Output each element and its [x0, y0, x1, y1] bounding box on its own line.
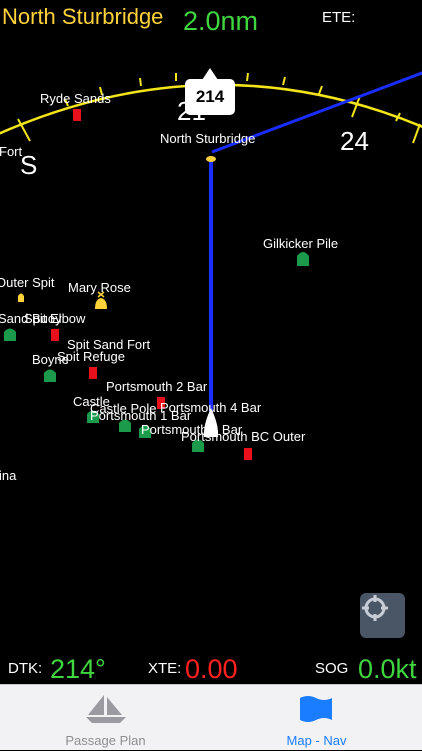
ring-label-s: S [20, 150, 37, 180]
label-portsmouth-1-bar: Portsmouth 1 Bar [90, 408, 192, 423]
mark-red-buoy[interactable] [244, 448, 252, 460]
tab-bar: Passage Plan Map - Nav [0, 684, 422, 750]
ete-label: ETE: [322, 9, 356, 26]
tab-map-nav-label: Map - Nav [286, 733, 347, 748]
nav-status-bar: DTK: 214° XTE: 0.00 SOG 0.0kt [0, 648, 422, 684]
sog-label: SOG [315, 660, 349, 677]
destination-name: North Sturbridge [2, 4, 164, 29]
sog-value: 0.0kt [358, 654, 417, 684]
mark-outer-spit[interactable] [18, 293, 24, 303]
mark-spit-refuge[interactable] [89, 367, 97, 379]
tab-map-nav[interactable]: Map - Nav [211, 685, 422, 751]
locate-button[interactable] [360, 593, 405, 638]
label-portsmouth-bc-outer: Portsmouth BC Outer [181, 429, 306, 444]
label-mary-rose: Mary Rose [68, 280, 131, 295]
xte-label: XTE: [148, 660, 182, 677]
mark-spit-elbow[interactable] [51, 329, 59, 341]
mark-boyne[interactable] [44, 369, 56, 383]
tab-passage-plan[interactable]: Passage Plan [0, 685, 211, 751]
flag-icon [300, 696, 332, 722]
dtk-label: DTK: [8, 660, 43, 677]
bearing-tag: 214 [185, 68, 235, 115]
mark-mary-rose[interactable] [95, 298, 107, 309]
label-portsmouth-2-bar: Portsmouth 2 Bar [106, 379, 208, 394]
distance-value: 2.0nm [183, 6, 259, 36]
label-spit-elbow: Spit Elbow [24, 311, 86, 326]
waypoint-label: North Sturbridge [160, 131, 255, 146]
mark-gilkicker-pile[interactable] [297, 252, 309, 266]
dtk-value: 214° [50, 654, 106, 684]
mark-sand-buoy[interactable] [4, 328, 16, 342]
label-fort: Fort [0, 144, 23, 159]
label-outer-spit: Outer Spit [0, 275, 55, 290]
label-gilkicker-pile: Gilkicker Pile [263, 236, 338, 251]
mark-ryde-sands[interactable] [73, 109, 81, 121]
xte-value: 0.00 [185, 654, 238, 684]
crosshair-icon [362, 595, 388, 621]
tab-passage-plan-label: Passage Plan [65, 733, 146, 748]
waypoint-marker[interactable] [206, 156, 216, 162]
chart-map[interactable]: S 21 24 North Sturbridge Ryde Sands Gilk… [0, 0, 422, 684]
label-ryde-sands: Ryde Sands [40, 91, 111, 106]
label-boyne: Boyne [32, 352, 69, 367]
sailboat-icon [86, 695, 126, 723]
label-ina: ina [0, 468, 17, 483]
ring-label-24: 24 [340, 126, 369, 156]
